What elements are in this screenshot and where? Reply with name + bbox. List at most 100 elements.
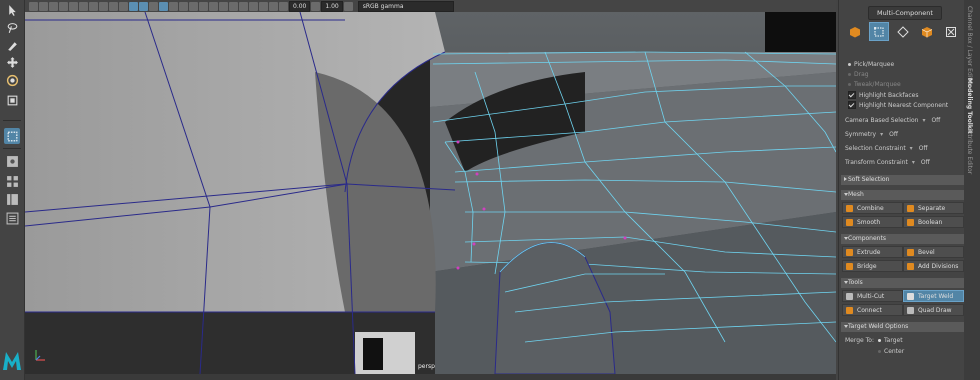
connect-button[interactable]: Connect [842, 304, 903, 316]
extrude-icon [846, 249, 853, 256]
components-section-header[interactable]: Components [841, 234, 964, 244]
grid-icon[interactable] [69, 1, 78, 11]
camera-attr-icon[interactable] [39, 1, 48, 11]
bridge-button[interactable]: Bridge [842, 260, 903, 272]
wireframe-on-shaded-icon[interactable] [159, 1, 168, 11]
field-chart-icon[interactable] [109, 1, 118, 11]
maya-logo-icon [3, 352, 21, 370]
outliner-pane-icon[interactable] [4, 191, 20, 207]
connect-icon [846, 307, 853, 314]
textured-icon[interactable] [169, 1, 178, 11]
tweak-marquee-option[interactable]: Tweak/Marquee [848, 81, 901, 88]
radio-dot-icon [878, 350, 881, 353]
motion-blur-icon[interactable] [209, 1, 218, 11]
transform-constraint-row[interactable]: Transform Constraint ▾ Off [845, 159, 930, 166]
edge-mode-icon[interactable] [893, 22, 913, 41]
boolean-button[interactable]: Boolean [903, 216, 964, 228]
quad-draw-button[interactable]: Quad Draw [903, 304, 964, 316]
selection-constraint-row[interactable]: Selection Constraint ▾ Off [845, 145, 928, 152]
radio-dot-icon [878, 339, 881, 342]
move-tool-icon[interactable] [4, 54, 20, 70]
gamma-field[interactable]: 1.00 [321, 0, 343, 12]
ambient-occlusion-icon[interactable] [199, 1, 208, 11]
drag-option[interactable]: Drag [848, 71, 869, 78]
image-plane-icon[interactable] [59, 1, 68, 11]
multi-cut-button[interactable]: Multi-Cut [842, 290, 903, 302]
mesh-section-header[interactable]: Mesh [841, 190, 964, 200]
separate-button[interactable]: Separate [903, 202, 964, 214]
lights-icon[interactable] [179, 1, 188, 11]
bridge-icon [846, 263, 853, 270]
scale-tool-icon[interactable] [4, 92, 20, 108]
object-mode-icon[interactable] [845, 22, 865, 41]
xray-joints-icon[interactable] [259, 1, 268, 11]
add-divisions-icon [907, 263, 914, 270]
combine-icon [846, 205, 853, 212]
tab-attribute-editor[interactable]: Attribute Editor [966, 128, 973, 174]
four-pane-icon[interactable] [4, 173, 20, 189]
tab-modeling-toolkit[interactable]: Modeling Toolkit [966, 78, 973, 134]
rotate-tool-icon[interactable] [4, 72, 20, 88]
select-tool-icon[interactable] [4, 2, 20, 18]
color-management-icon[interactable] [343, 1, 353, 11]
face-mode-icon[interactable] [917, 22, 937, 41]
single-pane-icon[interactable] [4, 153, 20, 169]
gamma-icon[interactable] [311, 1, 321, 11]
smooth-button[interactable]: Smooth [842, 216, 903, 228]
lasso-tool-icon[interactable] [4, 20, 20, 36]
highlight-backfaces-checkbox[interactable]: Highlight Backfaces [848, 91, 918, 99]
merge-to-label: Merge To: [845, 337, 874, 344]
soft-selection-header[interactable]: Soft Selection [841, 175, 964, 185]
merge-center-radio[interactable]: Center [878, 348, 904, 355]
scene-render [25, 12, 836, 374]
gate-mask-icon[interactable] [99, 1, 108, 11]
list-pane-icon[interactable] [4, 210, 20, 226]
xray-icon[interactable] [249, 1, 258, 11]
smooth-shade-icon[interactable] [139, 1, 148, 11]
combine-button[interactable]: Combine [842, 202, 903, 214]
target-weld-options-header[interactable]: Target Weld Options [841, 322, 964, 332]
isolate-select-icon[interactable] [239, 1, 248, 11]
exposure-icon[interactable] [279, 1, 288, 11]
merge-target-radio[interactable]: Target [878, 337, 903, 344]
viewport-bottom-bar [25, 374, 836, 380]
film-gate-icon[interactable] [79, 1, 88, 11]
color-space-dropdown[interactable]: sRGB gamma [357, 0, 454, 12]
symmetry-row[interactable]: Symmetry ▾ Off [845, 131, 898, 138]
anti-aliasing-icon[interactable] [219, 1, 228, 11]
tab-channel-box[interactable]: Channel Box / Layer Editor [966, 6, 973, 86]
viewport-toolbar: 0.00 1.00 sRGB gamma [25, 0, 836, 12]
radio-dot-icon [848, 63, 851, 66]
multi-component-icon[interactable] [869, 22, 889, 41]
target-weld-icon [907, 293, 914, 300]
bookmark-icon[interactable] [49, 1, 58, 11]
multi-component-button[interactable]: Multi-Component [868, 6, 942, 20]
dropdown-arrow-icon: ▾ [911, 159, 915, 166]
toolbox [0, 0, 25, 380]
shadows-icon[interactable] [189, 1, 198, 11]
paint-select-icon[interactable] [4, 37, 20, 53]
camera-based-selection-row[interactable]: Camera Based Selection ▾ Off [845, 117, 940, 124]
depth-of-field-icon[interactable] [229, 1, 238, 11]
multi-cut-icon [846, 293, 853, 300]
tools-section-header[interactable]: Tools [841, 278, 964, 288]
viewport-persp[interactable] [25, 12, 836, 374]
pick-marquee-option[interactable]: Pick/Marquee [848, 61, 894, 68]
exposure-field[interactable]: 0.00 [289, 0, 311, 12]
last-tool-icon[interactable] [4, 128, 20, 144]
safe-action-icon[interactable] [119, 1, 128, 11]
wireframe-icon[interactable] [129, 1, 138, 11]
resolution-gate-icon[interactable] [89, 1, 98, 11]
highlight-nearest-checkbox[interactable]: Highlight Nearest Component [848, 101, 948, 109]
default-material-icon[interactable] [149, 1, 158, 11]
add-divisions-button[interactable]: Add Divisions [903, 260, 964, 272]
extrude-button[interactable]: Extrude [842, 246, 903, 258]
smooth-icon [846, 219, 853, 226]
dropdown-arrow-icon: ▾ [922, 117, 926, 124]
target-weld-button[interactable]: Target Weld [903, 290, 964, 302]
camera-icon[interactable] [29, 1, 38, 11]
uv-mode-icon[interactable] [941, 22, 961, 41]
separate-icon [907, 205, 914, 212]
bevel-button[interactable]: Bevel [903, 246, 964, 258]
xray-components-icon[interactable] [269, 1, 278, 11]
